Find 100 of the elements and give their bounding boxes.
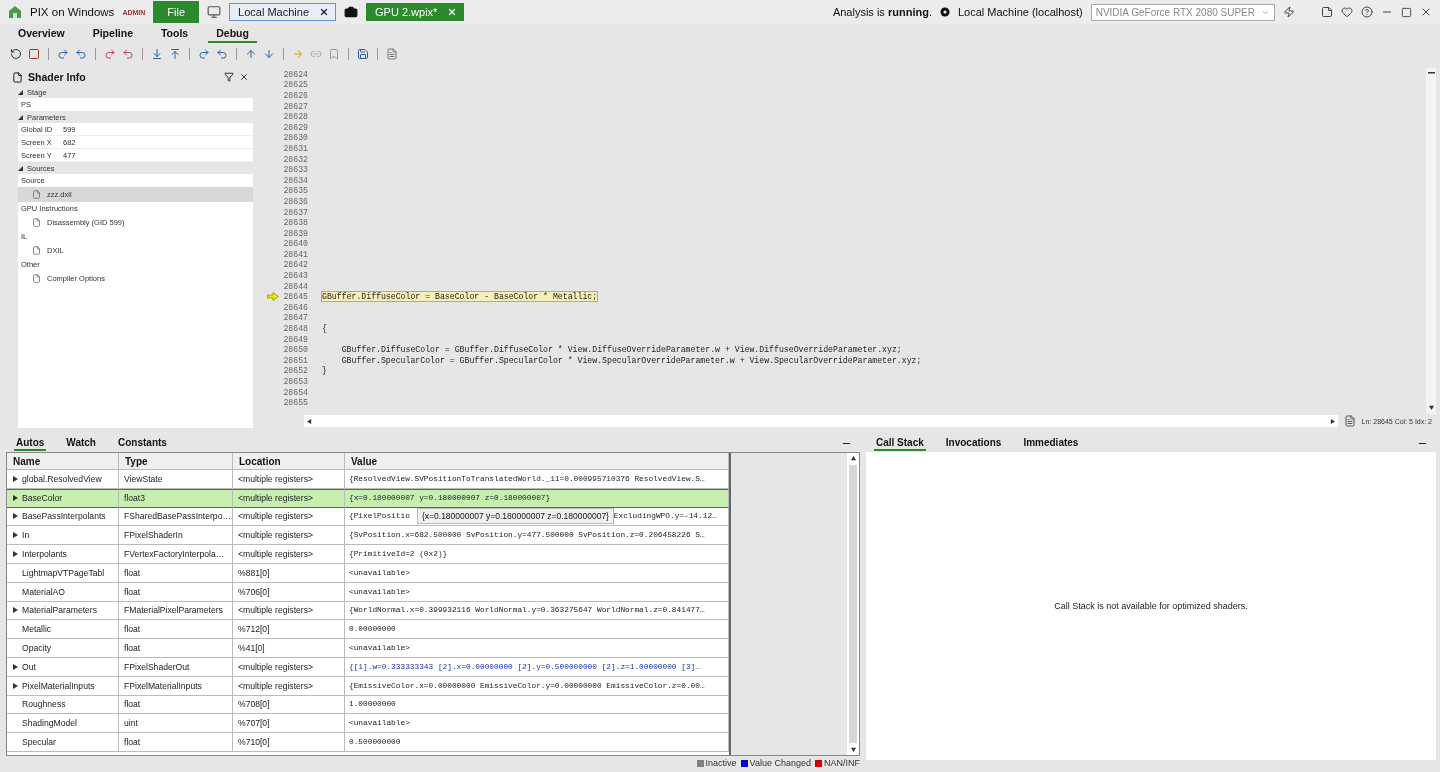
- arrow-down-icon[interactable]: [151, 48, 163, 60]
- table-cell: <multiple registers>: [233, 526, 345, 546]
- line-number: 28631: [283, 143, 308, 153]
- document-tab[interactable]: GPU 2.wpix*: [366, 3, 465, 21]
- code-line: {: [322, 324, 327, 334]
- document-tab[interactable]: Local Machine: [229, 3, 336, 21]
- scroll-up-icon[interactable]: [850, 456, 856, 461]
- panel-tab[interactable]: Call Stack: [874, 435, 926, 451]
- line-number: 28630: [283, 133, 308, 143]
- document-icon[interactable]: [386, 48, 398, 60]
- undo-icon[interactable]: [216, 48, 228, 60]
- panel-title: Shader Info: [28, 71, 86, 83]
- vertical-scrollbar[interactable]: [1426, 68, 1436, 414]
- panel-tab[interactable]: Invocations: [943, 435, 1004, 451]
- undo-icon[interactable]: [75, 48, 87, 60]
- line-number: 28653: [283, 377, 308, 386]
- panel-tab[interactable]: Watch: [64, 435, 98, 451]
- panel-tab[interactable]: Immediates: [1021, 435, 1081, 451]
- panel-tab[interactable]: Constants: [116, 435, 169, 451]
- save-icon[interactable]: [357, 48, 369, 60]
- table-cell: FVertexFactoryInterpola…: [119, 545, 233, 564]
- scroll-down-icon[interactable]: [1428, 405, 1434, 410]
- line-number: 28643: [283, 271, 308, 281]
- stop-icon[interactable]: [28, 48, 40, 60]
- expand-icon[interactable]: [18, 114, 23, 120]
- expand-icon[interactable]: [12, 663, 18, 670]
- restart-icon[interactable]: [10, 48, 22, 60]
- expand-icon[interactable]: [12, 475, 18, 482]
- undo-icon[interactable]: [122, 48, 134, 60]
- column-header[interactable]: Location: [233, 453, 345, 470]
- gpu-dropdown[interactable]: NVIDIA GeForce RTX 2080 SUPER: [1090, 3, 1275, 21]
- scroll-down-icon[interactable]: [850, 747, 856, 752]
- legend-label: Inactive: [705, 758, 737, 768]
- redo-icon[interactable]: [104, 48, 116, 60]
- table-cell: <multiple registers>: [233, 545, 345, 564]
- name-cell[interactable]: Interpolants: [7, 545, 119, 564]
- scroll-right-icon[interactable]: [1329, 418, 1335, 424]
- name-cell[interactable]: global.ResolvedView: [7, 470, 119, 489]
- list-icon[interactable]: [1343, 415, 1356, 427]
- lightning-icon[interactable]: [1283, 6, 1295, 18]
- scroll-left-icon[interactable]: [307, 418, 312, 424]
- line-number: 28655: [283, 398, 308, 408]
- heart-icon[interactable]: [1341, 6, 1353, 18]
- line-number: 28648: [283, 324, 308, 334]
- panel-tab[interactable]: Autos: [14, 435, 47, 451]
- name-cell[interactable]: ShadingModel: [7, 714, 119, 734]
- file-button[interactable]: File: [153, 1, 200, 23]
- close-icon[interactable]: [1420, 6, 1432, 18]
- tooltip: {x=0.180000007 y=0.180000007 z=0.180000007}: [417, 508, 614, 524]
- help-icon[interactable]: [1361, 6, 1373, 18]
- expand-icon[interactable]: [12, 495, 18, 502]
- table-cell: %41[0]: [233, 639, 345, 658]
- expand-icon[interactable]: [12, 551, 18, 558]
- redo-icon[interactable]: [198, 48, 210, 60]
- table-cell: float: [119, 733, 233, 752]
- column-header[interactable]: Type: [119, 453, 233, 470]
- line-number: 28625: [283, 80, 308, 90]
- file-icon: [32, 190, 41, 199]
- table-cell: %707[0]: [233, 714, 345, 734]
- line-number: 28633: [283, 165, 308, 175]
- note-icon[interactable]: [1321, 6, 1333, 18]
- expand-icon[interactable]: [12, 607, 18, 614]
- code-line: }: [322, 366, 327, 376]
- table-cell: float: [119, 639, 233, 658]
- maximize-icon[interactable]: [1401, 6, 1412, 18]
- line-number: 28639: [283, 228, 308, 238]
- machine-label: Local Machine (localhost): [957, 6, 1083, 18]
- expand-icon[interactable]: [12, 682, 18, 689]
- legend-label: NAN/INF: [824, 758, 860, 768]
- redo-icon[interactable]: [57, 48, 69, 60]
- line-number: 28642: [283, 260, 308, 270]
- filter-icon[interactable]: [224, 72, 234, 82]
- nav-tab[interactable]: Overview: [10, 25, 73, 43]
- arrow-down-icon[interactable]: [263, 48, 275, 60]
- nav-tab[interactable]: Debug: [208, 25, 257, 43]
- horizontal-scrollbar[interactable]: [304, 415, 1338, 427]
- app-title: PIX on Windows: [30, 6, 115, 18]
- legend-label: Value Changed: [749, 758, 811, 768]
- arrow-up-icon[interactable]: [169, 48, 181, 60]
- vertical-scrollbar[interactable]: [847, 453, 859, 755]
- line-number: 28634: [283, 175, 308, 185]
- monitor-icon: [207, 5, 222, 19]
- expand-icon[interactable]: [18, 165, 23, 171]
- nav-tab[interactable]: Pipeline: [84, 25, 141, 43]
- close-icon[interactable]: [319, 7, 329, 17]
- column-header[interactable]: Value: [345, 453, 729, 470]
- column-header[interactable]: Name: [7, 453, 119, 470]
- name-cell[interactable]: Specular: [7, 733, 119, 752]
- nav-tab[interactable]: Tools: [152, 25, 197, 43]
- name-cell[interactable]: In: [7, 526, 119, 546]
- line-number: 28627: [283, 101, 308, 111]
- close-icon[interactable]: [239, 72, 249, 82]
- expand-icon[interactable]: [12, 532, 18, 539]
- name-cell[interactable]: Metallic: [7, 620, 119, 640]
- expand-icon[interactable]: [18, 89, 23, 95]
- name-cell[interactable]: Opacity: [7, 639, 119, 658]
- file-icon: [32, 218, 41, 227]
- table-cell: uint: [119, 714, 233, 734]
- arrow-right-icon: [267, 292, 280, 302]
- expand-icon[interactable]: [12, 513, 18, 520]
